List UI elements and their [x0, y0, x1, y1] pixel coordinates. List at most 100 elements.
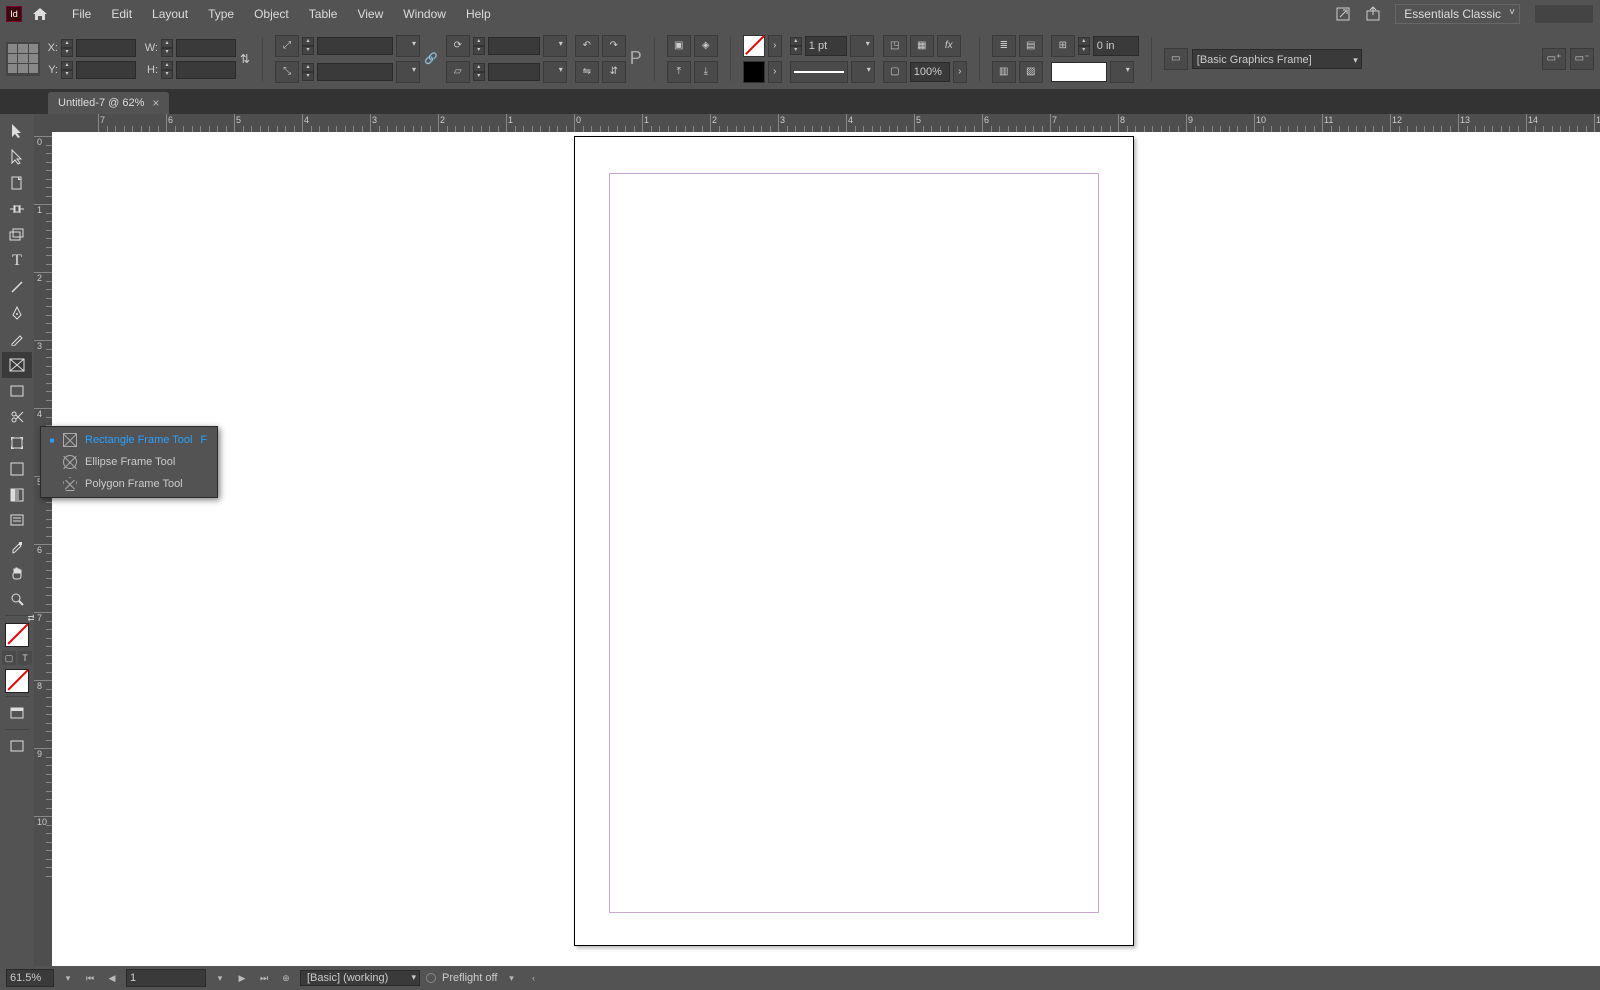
clear-overrides-button[interactable]: ▭⁻: [1570, 48, 1594, 70]
preflight-dropdown-icon[interactable]: ▾: [503, 970, 519, 986]
fill-popup-button[interactable]: ›: [768, 35, 782, 57]
color-proxy[interactable]: ⇄: [5, 619, 29, 647]
apply-text-button[interactable]: T: [18, 651, 32, 665]
menu-object[interactable]: Object: [244, 0, 299, 28]
home-icon[interactable]: [32, 7, 48, 21]
object-style-icon[interactable]: ▭: [1164, 48, 1188, 70]
flyout-ellipse-frame[interactable]: Ellipse Frame Tool: [41, 451, 217, 473]
scale-x-dropdown[interactable]: [396, 35, 420, 57]
selection-tool[interactable]: [2, 118, 32, 144]
menu-help[interactable]: Help: [456, 0, 501, 28]
first-page-button[interactable]: ⏮: [82, 970, 98, 986]
offset-stepper[interactable]: ▴▾: [1078, 37, 1090, 55]
menu-edit[interactable]: Edit: [101, 0, 142, 28]
eyedropper-tool[interactable]: [2, 534, 32, 560]
wrap-jump-button[interactable]: ▥: [992, 61, 1016, 83]
ruler-origin-button[interactable]: [34, 114, 52, 132]
stroke-swatch[interactable]: [743, 61, 765, 83]
h-stepper[interactable]: ▴▾: [161, 61, 173, 79]
opacity-popup-button[interactable]: ›: [953, 61, 967, 83]
page-dropdown-icon[interactable]: ▾: [212, 970, 228, 986]
fill-swatch[interactable]: [743, 35, 765, 57]
next-object-button[interactable]: ⤓: [694, 61, 718, 83]
hand-tool[interactable]: [2, 560, 32, 586]
scale-x-stepper[interactable]: ▴▾: [302, 37, 314, 55]
prev-page-button[interactable]: ◀: [104, 970, 120, 986]
flyout-rectangle-frame[interactable]: ■ Rectangle Frame Tool F: [41, 429, 217, 451]
scale-y-button[interactable]: ⤡: [275, 61, 299, 83]
select-content-button[interactable]: ◈: [694, 35, 718, 57]
color-swatch-box[interactable]: [1051, 62, 1107, 82]
scale-link-icon[interactable]: 🔗: [424, 52, 438, 65]
zoom-tool[interactable]: [2, 586, 32, 612]
shear-stepper[interactable]: ▴▾: [473, 63, 485, 81]
rotate-stepper[interactable]: ▴▾: [473, 37, 485, 55]
flip-v-button[interactable]: ⇵: [602, 61, 626, 83]
scissors-tool[interactable]: [2, 404, 32, 430]
default-colors-well[interactable]: [5, 669, 29, 693]
apply-container-button[interactable]: ▢: [2, 651, 16, 665]
shear-button[interactable]: ▱: [446, 61, 470, 83]
shear-input[interactable]: [488, 63, 540, 81]
stroke-weight-stepper[interactable]: ▴▾: [790, 37, 802, 55]
menu-window[interactable]: Window: [393, 0, 456, 28]
effects-button[interactable]: fx: [937, 35, 961, 57]
fill-color-well[interactable]: [5, 623, 29, 647]
flip-h-button[interactable]: ⇋: [575, 61, 599, 83]
content-collector-tool[interactable]: [2, 222, 32, 248]
close-tab-icon[interactable]: ×: [152, 96, 159, 110]
color-profile-dropdown[interactable]: [Basic] (working): [300, 970, 420, 986]
select-container-button[interactable]: ▣: [667, 35, 691, 57]
w-input[interactable]: [176, 39, 236, 57]
workspace-switcher[interactable]: Essentials Classic: [1395, 4, 1520, 24]
fit-frame-button[interactable]: ⊞: [1051, 35, 1075, 57]
w-stepper[interactable]: ▴▾: [161, 39, 173, 57]
line-tool[interactable]: [2, 274, 32, 300]
gradient-feather-tool[interactable]: [2, 482, 32, 508]
x-input[interactable]: [76, 39, 136, 57]
gradient-swatch-tool[interactable]: [2, 456, 32, 482]
horizontal-ruler[interactable]: 7654321012345678910111213141516: [52, 114, 1600, 132]
rotate-input[interactable]: [488, 37, 540, 55]
y-stepper[interactable]: ▴▾: [61, 61, 73, 79]
y-input[interactable]: [76, 61, 136, 79]
page-number-input[interactable]: [126, 969, 206, 987]
stroke-weight-dropdown[interactable]: [850, 35, 874, 57]
gap-tool[interactable]: [2, 196, 32, 222]
stroke-weight-input[interactable]: [805, 36, 847, 56]
menu-type[interactable]: Type: [198, 0, 244, 28]
offset-input[interactable]: [1093, 36, 1139, 56]
shear-dropdown[interactable]: [543, 61, 567, 83]
rectangle-frame-tool[interactable]: [2, 352, 32, 378]
scale-x-input[interactable]: [317, 37, 393, 55]
swatch-dropdown[interactable]: [1110, 61, 1134, 83]
vertical-ruler[interactable]: 012345678910: [34, 132, 52, 966]
view-options-button[interactable]: [2, 733, 32, 759]
open-bridge-icon[interactable]: ⊕: [278, 970, 294, 986]
stroke-style-button[interactable]: [790, 61, 848, 83]
zoom-dropdown-icon[interactable]: ▾: [60, 970, 76, 986]
search-box[interactable]: [1534, 4, 1594, 24]
opacity-input[interactable]: [910, 62, 950, 82]
rotate-dropdown[interactable]: [543, 35, 567, 57]
rotate-ccw-button[interactable]: ↶: [575, 35, 599, 57]
page-tool[interactable]: [2, 170, 32, 196]
menu-layout[interactable]: Layout: [142, 0, 198, 28]
note-tool[interactable]: [2, 508, 32, 534]
menu-view[interactable]: View: [347, 0, 393, 28]
wrap-around-button[interactable]: ▤: [1019, 35, 1043, 57]
scale-y-input[interactable]: [317, 63, 393, 81]
transparency-button[interactable]: ▦: [910, 35, 934, 57]
errors-nav-button[interactable]: ‹: [525, 970, 541, 986]
flyout-polygon-frame[interactable]: Polygon Frame Tool: [41, 473, 217, 495]
corner-options-button[interactable]: ◳: [883, 35, 907, 57]
free-transform-tool[interactable]: [2, 430, 32, 456]
stroke-popup-button[interactable]: ›: [768, 61, 782, 83]
share-icon[interactable]: [1365, 6, 1381, 22]
pen-tool[interactable]: [2, 300, 32, 326]
new-style-button[interactable]: ▭⁺: [1542, 48, 1566, 70]
pencil-tool[interactable]: [2, 326, 32, 352]
screen-mode-button[interactable]: [2, 700, 32, 726]
document-tab[interactable]: Untitled-7 @ 62% ×: [48, 92, 169, 114]
constrain-icon[interactable]: ⇅: [240, 52, 250, 66]
